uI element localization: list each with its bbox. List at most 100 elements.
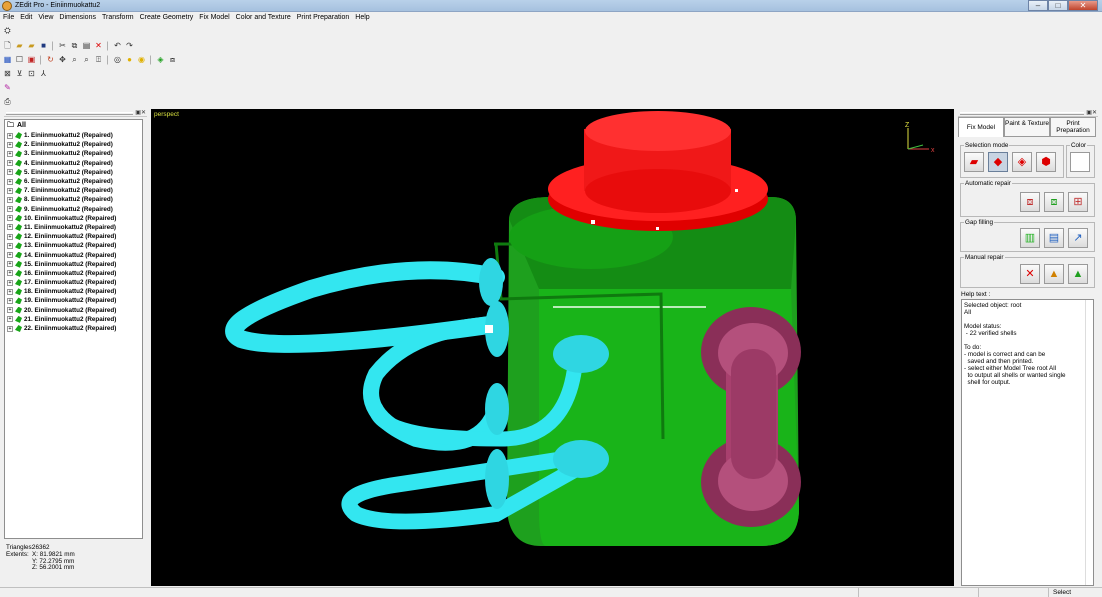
view-front-icon[interactable]: ◎ (112, 54, 123, 65)
expand-icon[interactable]: + (7, 132, 13, 139)
pencil-icon[interactable]: ✎ (2, 82, 13, 93)
zoom-region-icon[interactable]: ⍐ (93, 54, 104, 65)
delete-triangle-icon[interactable]: ✕ (1020, 264, 1040, 284)
new-icon[interactable]: 🗋 (2, 40, 13, 51)
tree-item[interactable]: +10. Einiinmuokattu2 (Repaired) (7, 214, 116, 223)
tree-item[interactable]: +22. Einiinmuokattu2 (Repaired) (7, 324, 116, 333)
paint-icon[interactable]: ◈ (155, 54, 166, 65)
maximize-button[interactable]: □ (1048, 0, 1068, 11)
zoom-icon[interactable]: ⌕ (69, 54, 80, 65)
select-edge-button[interactable]: ⬢ (1036, 152, 1056, 172)
add-triangle-icon[interactable]: ▲ (1044, 264, 1064, 284)
fill-gap-icon[interactable]: ▥ (1020, 228, 1040, 248)
expand-icon[interactable]: + (7, 141, 13, 148)
expand-icon[interactable]: + (7, 187, 13, 194)
expand-icon[interactable]: + (7, 215, 13, 222)
axis-z-icon[interactable]: ⊡ (26, 68, 37, 79)
color-select-icon[interactable]: ▣ (26, 54, 37, 65)
menu-view[interactable]: View (35, 12, 56, 23)
save-icon[interactable]: ■ (38, 40, 49, 51)
expand-icon[interactable]: + (7, 252, 13, 259)
select-box-icon[interactable]: ☐ (14, 54, 25, 65)
expand-icon[interactable]: + (7, 279, 13, 286)
tree-item[interactable]: +9. Einiinmuokattu2 (Repaired) (7, 205, 116, 214)
expand-icon[interactable]: + (7, 261, 13, 268)
minimize-button[interactable]: – (1028, 0, 1048, 11)
expand-icon[interactable]: + (7, 160, 13, 167)
menu-print-preparation[interactable]: Print Preparation (294, 12, 353, 23)
tab-fix-model[interactable]: Fix Model (958, 117, 1004, 137)
tree-root[interactable]: 🗀 All (7, 122, 26, 130)
light-icon[interactable]: ● (124, 54, 135, 65)
repair-mesh-icon[interactable]: ⊞ (1068, 192, 1088, 212)
select-region-button[interactable]: ◈ (1012, 152, 1032, 172)
3d-viewport[interactable]: perspect Z x (151, 109, 954, 586)
close-button[interactable]: ✕ (1068, 0, 1098, 11)
tree-item[interactable]: +17. Einiinmuokattu2 (Repaired) (7, 278, 116, 287)
expand-icon[interactable]: + (7, 288, 13, 295)
menu-create-geometry[interactable]: Create Geometry (137, 12, 197, 23)
tree-item[interactable]: +12. Einiinmuokattu2 (Repaired) (7, 232, 116, 241)
expand-icon[interactable]: + (7, 150, 13, 157)
menu-help[interactable]: Help (352, 12, 372, 23)
menu-color-texture[interactable]: Color and Texture (233, 12, 294, 23)
menu-transform[interactable]: Transform (99, 12, 137, 23)
cube-icon[interactable]: ⧈ (167, 54, 178, 65)
grid-icon[interactable]: ▦ (2, 54, 13, 65)
tree-item[interactable]: +14. Einiinmuokattu2 (Repaired) (7, 250, 116, 259)
expand-icon[interactable]: + (7, 224, 13, 231)
paste-icon[interactable]: ▤ (81, 40, 92, 51)
expand-icon[interactable]: + (7, 169, 13, 176)
expand-icon[interactable]: + (7, 270, 13, 277)
redo-icon[interactable]: ↷ (124, 40, 135, 51)
expand-icon[interactable]: + (7, 316, 13, 323)
tree-item[interactable]: +1. Einiinmuokattu2 (Repaired) (7, 131, 116, 140)
stitch-icon[interactable]: ↗ (1068, 228, 1088, 248)
select-triangle-button[interactable]: ◆ (988, 152, 1008, 172)
tree-item[interactable]: +15. Einiinmuokattu2 (Repaired) (7, 260, 116, 269)
axes-icon[interactable]: ⅄ (38, 68, 49, 79)
tab-paint-texture[interactable]: Paint & Texture (1004, 117, 1050, 137)
tree-item[interactable]: +3. Einiinmuokattu2 (Repaired) (7, 149, 116, 158)
expand-icon[interactable]: + (7, 206, 13, 213)
repair-all-icon[interactable]: ⧈ (1044, 192, 1064, 212)
expand-icon[interactable]: + (7, 297, 13, 304)
tree-item[interactable]: +5. Einiinmuokattu2 (Repaired) (7, 168, 116, 177)
expand-icon[interactable]: + (7, 233, 13, 240)
expand-icon[interactable]: + (7, 178, 13, 185)
cut-icon[interactable]: ✂ (57, 40, 68, 51)
print-icon[interactable]: ⎙ (2, 96, 13, 107)
expand-icon[interactable]: + (7, 242, 13, 249)
app-icon[interactable]: ⛭ (2, 25, 13, 36)
tree-item[interactable]: +8. Einiinmuokattu2 (Repaired) (7, 195, 116, 204)
tree-item[interactable]: +16. Einiinmuokattu2 (Repaired) (7, 269, 116, 278)
menu-edit[interactable]: Edit (17, 12, 35, 23)
copy-icon[interactable]: ⧉ (69, 40, 80, 51)
tree-item[interactable]: +4. Einiinmuokattu2 (Repaired) (7, 159, 116, 168)
color-swatch-button[interactable] (1070, 152, 1090, 172)
select-shell-button[interactable]: ▰ (964, 152, 984, 172)
rotate-icon[interactable]: ↻ (45, 54, 56, 65)
tree-item[interactable]: +7. Einiinmuokattu2 (Repaired) (7, 186, 116, 195)
repair-icon[interactable]: ⧈ (1020, 192, 1040, 212)
tree-item[interactable]: +18. Einiinmuokattu2 (Repaired) (7, 287, 116, 296)
tree-item[interactable]: +6. Einiinmuokattu2 (Repaired) (7, 177, 116, 186)
menu-fix-model[interactable]: Fix Model (196, 12, 232, 23)
menu-dimensions[interactable]: Dimensions (56, 12, 99, 23)
light2-icon[interactable]: ◉ (136, 54, 147, 65)
open-folder-icon[interactable]: ▰ (26, 40, 37, 51)
pan-icon[interactable]: ✥ (57, 54, 68, 65)
tab-print-preparation[interactable]: Print Preparation (1050, 117, 1096, 137)
tree-item[interactable]: +13. Einiinmuokattu2 (Repaired) (7, 241, 116, 250)
tree-item[interactable]: +11. Einiinmuokattu2 (Repaired) (7, 223, 116, 232)
edit-triangle-icon[interactable]: ▲ (1068, 264, 1088, 284)
delete-icon[interactable]: ✕ (93, 40, 104, 51)
expand-icon[interactable]: + (7, 196, 13, 203)
tree-item[interactable]: +2. Einiinmuokattu2 (Repaired) (7, 140, 116, 149)
fill-hole-icon[interactable]: ▤ (1044, 228, 1064, 248)
undo-icon[interactable]: ↶ (112, 40, 123, 51)
expand-icon[interactable]: + (7, 325, 13, 332)
tree-item[interactable]: +19. Einiinmuokattu2 (Repaired) (7, 296, 116, 305)
zoom-fit-icon[interactable]: ⌕ (81, 54, 92, 65)
open-icon[interactable]: ▰ (14, 40, 25, 51)
